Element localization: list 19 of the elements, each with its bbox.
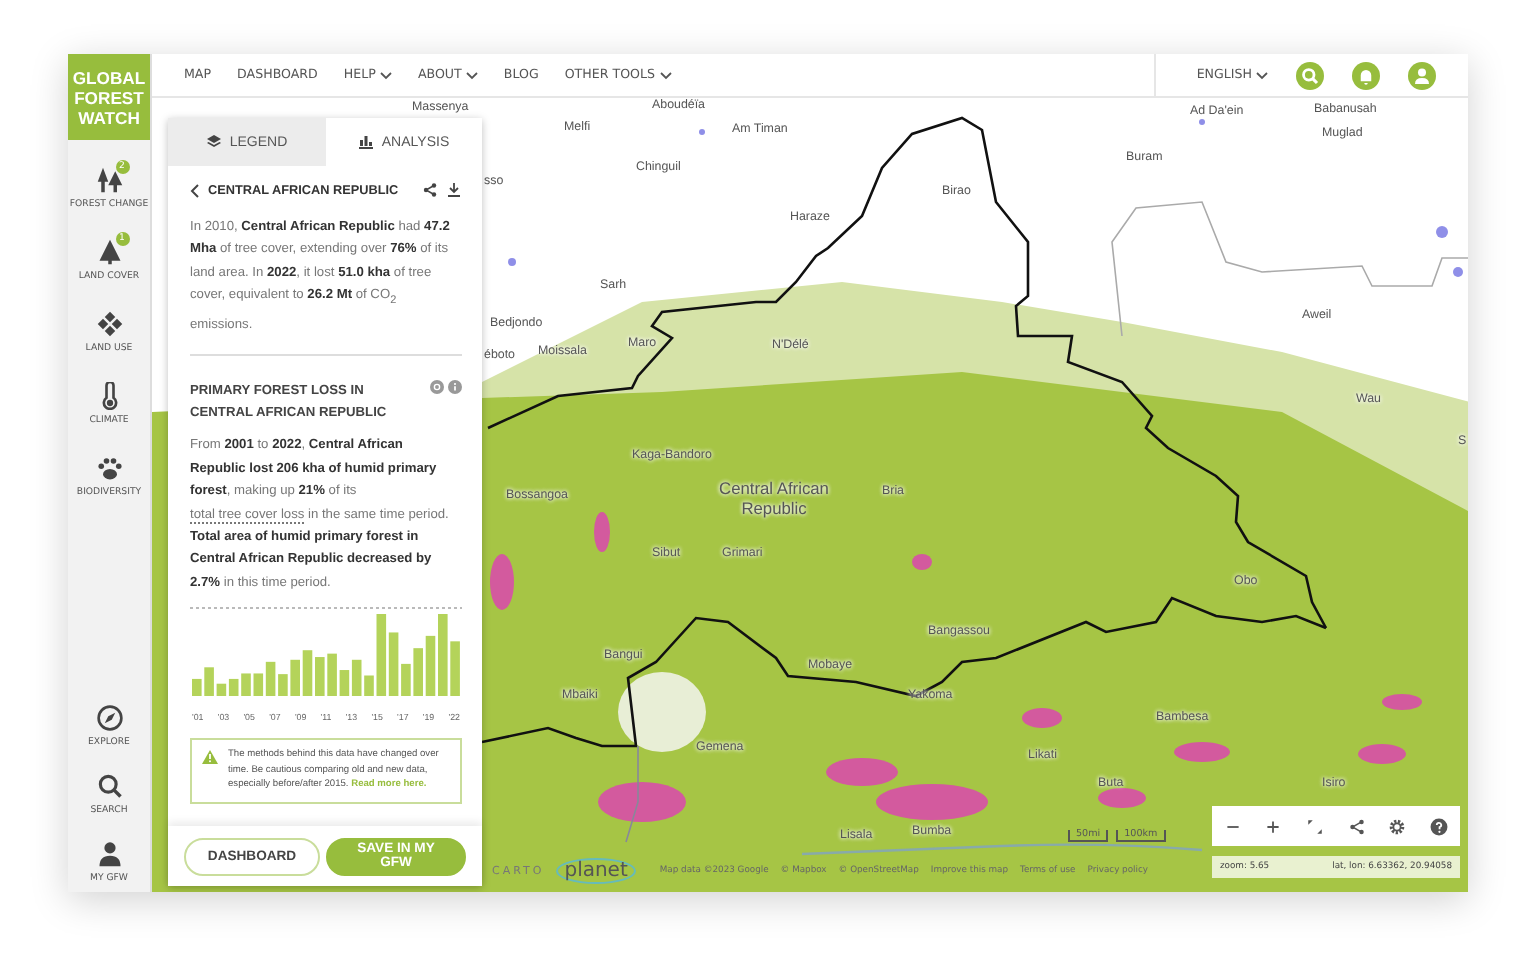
layers-icon [205,134,222,150]
compass-icon [95,704,123,732]
search-icon [95,772,123,800]
help-icon[interactable] [1426,813,1453,839]
warning-icon [202,750,218,765]
download-icon[interactable] [446,182,462,198]
bar-chart-icon [357,134,374,150]
back-icon[interactable] [190,183,200,197]
info-icon[interactable] [448,380,462,395]
person-icon [95,840,123,868]
river-line [625,745,639,843]
share-icon[interactable] [422,182,438,198]
tree-icon [95,238,123,266]
diamonds-icon [95,310,123,338]
trees-icon [95,166,123,194]
paw-icon [95,454,123,482]
country-label: Central African Republic [717,478,831,518]
planet-logo: planet [556,858,636,884]
chevron-down-icon [1256,71,1268,79]
